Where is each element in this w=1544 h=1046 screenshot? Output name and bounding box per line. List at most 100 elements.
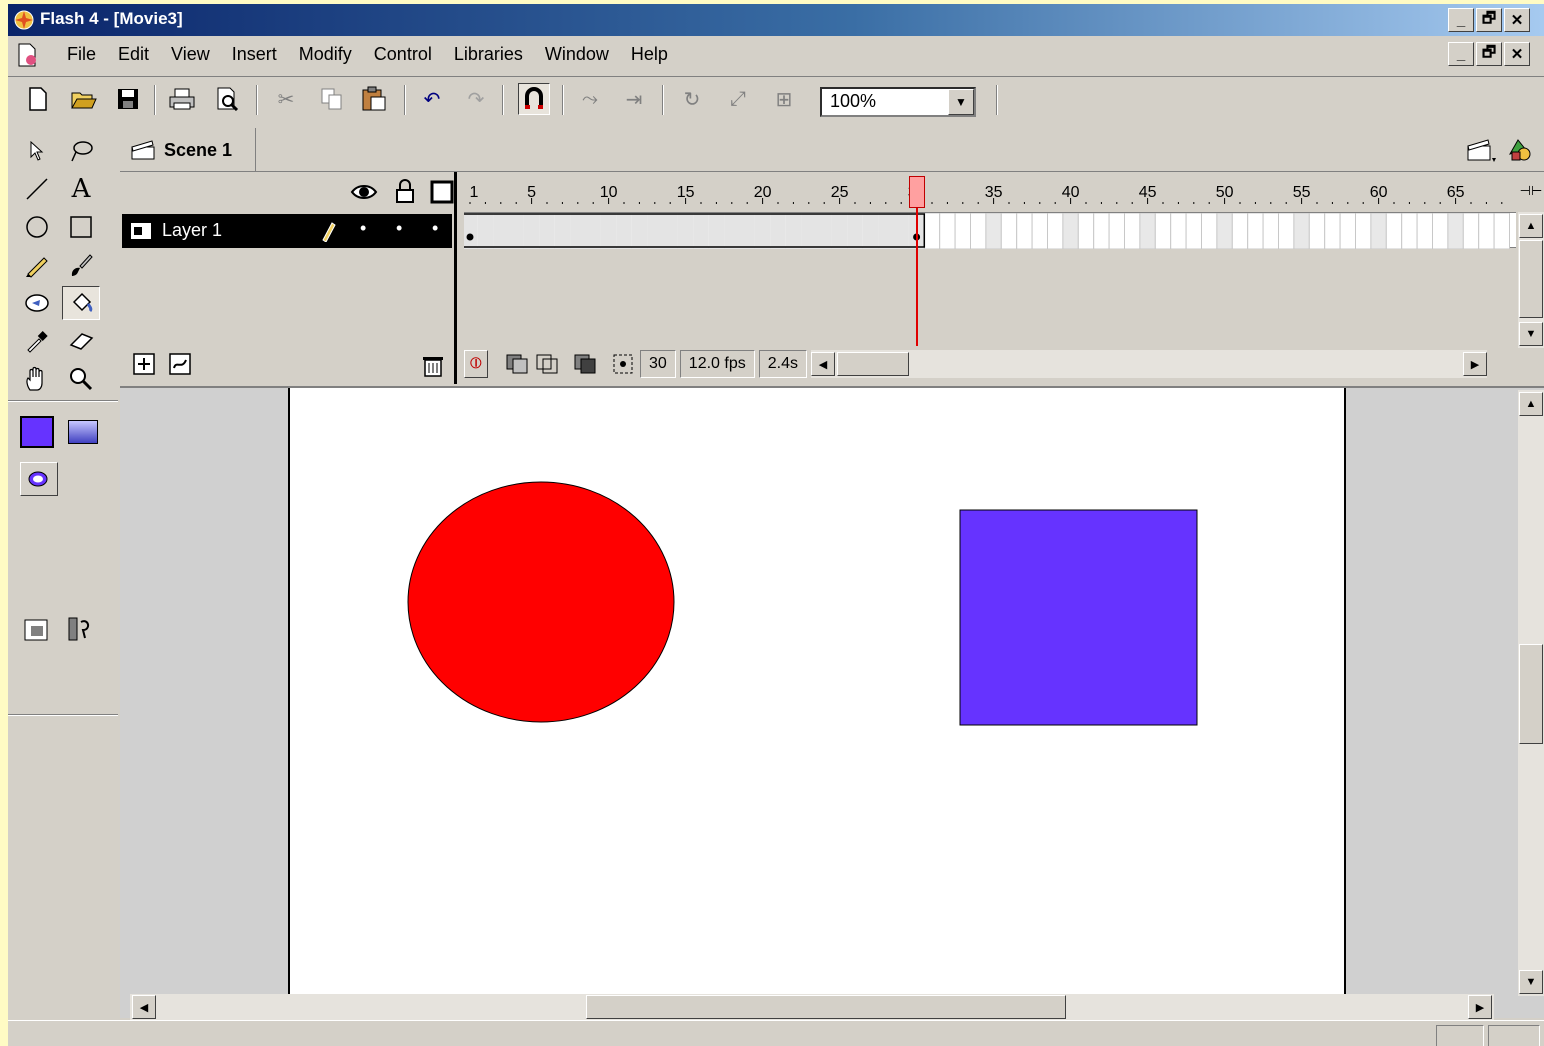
stage-canvas[interactable] [288,388,1346,996]
timeline-hscrollbar[interactable]: ◀ ▶ [810,350,1487,378]
frame-cell[interactable] [1231,212,1249,250]
outline-icon[interactable] [430,180,454,204]
trash-icon[interactable] [420,352,446,378]
center-frame-icon[interactable]: ⦶ [464,350,488,378]
frame-cell[interactable] [862,213,879,249]
frame-cell[interactable] [508,213,524,249]
scroll-right-icon[interactable]: ▶ [1468,995,1492,1019]
save-icon[interactable] [112,83,144,115]
frame-cell[interactable] [939,212,956,250]
frame-cell[interactable] [801,213,817,249]
frame-cell[interactable] [1031,212,1048,250]
frame-cell[interactable] [1293,212,1310,250]
frame-view-options-icon[interactable]: ⊣⊢ [1518,172,1544,210]
frame-cell[interactable] [1000,212,1018,250]
scroll-right-icon[interactable]: ▶ [1462,352,1487,376]
stage-vscrollbar[interactable]: ▲ ▼ [1518,390,1544,996]
frame-cell[interactable] [754,213,771,249]
close-button[interactable]: ✕ [1504,8,1530,32]
frame-cell[interactable] [523,213,540,249]
playhead[interactable] [908,172,925,346]
frame-cell[interactable] [1016,212,1033,250]
frame-cell[interactable] [708,213,725,249]
menu-help[interactable]: Help [620,44,679,65]
open-icon[interactable] [68,83,100,115]
layer-row[interactable]: Layer 1 • • • [122,214,452,248]
frame-cell[interactable] [1370,212,1387,250]
onion-outlines-icon[interactable] [534,351,560,377]
frame-cell[interactable] [878,213,894,249]
frame-cell[interactable] [539,213,555,249]
frame-cell[interactable] [739,213,755,249]
edit-scene-icon[interactable] [1466,136,1498,166]
frame-track[interactable] [461,212,1516,250]
gradient-fill-icon[interactable] [68,420,98,444]
copy-icon[interactable] [316,83,348,115]
cut-icon[interactable]: ✂ [270,83,302,115]
blue-square-shape[interactable] [959,509,1198,726]
frame-cell[interactable] [923,212,941,250]
add-guide-layer-icon[interactable] [168,352,194,376]
scroll-up-icon[interactable]: ▲ [1519,214,1543,238]
frame-cell[interactable] [847,213,863,249]
timeline-divider[interactable] [454,172,464,384]
scroll-left-icon[interactable]: ◀ [810,352,835,376]
menu-libraries[interactable]: Libraries [443,44,534,65]
oval-icon[interactable] [18,210,56,244]
eraser-icon[interactable] [62,324,100,358]
menu-view[interactable]: View [160,44,221,65]
frame-cell[interactable] [1216,212,1233,250]
frame-cell[interactable] [600,213,617,249]
keyframe-dot[interactable] [466,233,474,241]
dropper-icon[interactable] [18,324,56,358]
frame-cell[interactable] [585,213,601,249]
brush-icon[interactable] [62,248,100,282]
eye-icon[interactable] [350,182,378,202]
frame-cell[interactable] [462,213,478,249]
minimize-button[interactable]: _ [1448,8,1474,32]
frame-cell[interactable] [616,213,632,249]
print-icon[interactable] [166,83,198,115]
frame-cell[interactable] [570,213,586,249]
frame-cell[interactable] [662,213,678,249]
lock-dot[interactable]: • [396,218,402,239]
frame-cell[interactable] [1185,212,1202,250]
timeline-vscrollbar[interactable]: ▲ ▼ [1518,212,1544,348]
magnifier-icon[interactable] [62,362,100,396]
ink-bottle-icon[interactable] [18,286,56,320]
line-icon[interactable] [18,172,56,206]
frame-cell[interactable] [893,213,909,249]
frame-cell[interactable] [1432,212,1449,250]
frame-cell[interactable] [785,213,802,249]
frame-cell[interactable] [1355,212,1372,250]
lock-icon[interactable] [394,178,416,204]
scroll-up-icon[interactable]: ▲ [1519,392,1543,416]
pencil-icon[interactable] [18,248,56,282]
frame-cell[interactable] [477,213,494,249]
frame-cell[interactable] [770,213,786,249]
hand-icon[interactable] [18,362,56,396]
frame-cell[interactable] [554,213,571,249]
undo-icon[interactable]: ↶ [416,83,448,115]
frame-cell[interactable] [1447,212,1464,250]
lock-fill-icon[interactable] [18,612,56,646]
frame-cell[interactable] [1308,212,1326,250]
frame-cell[interactable] [1247,212,1264,250]
menu-control[interactable]: Control [363,44,443,65]
paint-mode-icon[interactable] [20,462,58,496]
frame-cell[interactable] [1108,212,1125,250]
frame-cell[interactable] [1416,212,1433,250]
scroll-left-icon[interactable]: ◀ [132,995,156,1019]
snap-magnet-icon[interactable] [518,83,550,115]
frame-cell[interactable] [493,213,509,249]
frame-cell[interactable] [1262,212,1279,250]
frame-cell[interactable] [1139,212,1156,250]
frame-cell[interactable] [1062,212,1079,250]
transform-fill-icon[interactable] [62,612,100,646]
align-icon[interactable]: ⊞ [768,83,800,115]
restore-button[interactable]: 🗗 [1476,8,1502,32]
arrow-icon[interactable] [18,134,56,168]
frame-cell[interactable] [1124,212,1141,250]
text-icon[interactable]: A [62,172,100,206]
frame-cell[interactable] [1077,212,1095,250]
